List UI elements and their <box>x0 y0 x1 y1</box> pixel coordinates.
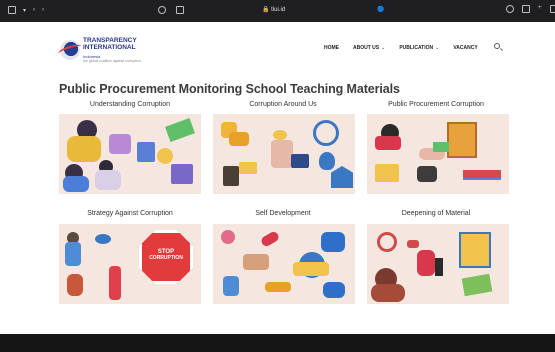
exchange-icon <box>313 120 339 146</box>
browser-toolbar: ▾ ‹ › 🔒 tiui.id 🔵 + <box>0 0 555 22</box>
sidebar-icon[interactable] <box>8 6 16 14</box>
card-self-development[interactable] <box>213 224 355 304</box>
nav-publication-label: PUBLICATION <box>399 45 434 51</box>
calculator-icon <box>137 142 155 162</box>
person-illustration <box>109 266 121 300</box>
building-icon <box>459 232 491 268</box>
download-icon[interactable] <box>506 5 514 13</box>
coin-icon <box>157 148 173 164</box>
person-body-illustration <box>95 170 121 190</box>
forward-icon[interactable]: › <box>42 7 44 13</box>
logo-text[interactable]: TRANSPARENCY INTERNATIONAL <box>83 37 137 51</box>
share-icon[interactable] <box>522 5 530 13</box>
phone-icon <box>171 164 193 184</box>
lamp-icon <box>223 276 239 296</box>
card-label-strategy[interactable]: Strategy Against Corruption <box>60 210 200 217</box>
shield-icon[interactable] <box>158 6 166 14</box>
card-label-around-us[interactable]: Corruption Around Us <box>213 101 353 108</box>
envelope-icon <box>375 164 399 182</box>
card-deepening-of-material[interactable] <box>367 224 509 304</box>
nav-publication[interactable]: PUBLICATION ⌄ <box>399 45 439 51</box>
main-nav: HOME ABOUT US ⌄ PUBLICATION ⌄ VACANCY <box>324 45 478 51</box>
hand-illustration <box>417 250 435 276</box>
magnifier-icon <box>377 232 397 252</box>
nav-about-label: ABOUT US <box>353 45 380 51</box>
browser-center-icons <box>158 6 184 14</box>
food-icon <box>265 282 291 292</box>
person-illustration <box>321 232 345 252</box>
coins-icon <box>229 132 249 146</box>
logo-line-2: INTERNATIONAL <box>83 43 136 51</box>
pill-icon <box>259 230 281 248</box>
water-illustration <box>463 178 501 180</box>
money-bag-icon <box>319 152 335 170</box>
browser-right-controls: + <box>506 5 555 13</box>
bank-icon <box>331 166 353 188</box>
book-icon <box>293 262 329 276</box>
browser-left-controls: ▾ ‹ › <box>8 6 44 14</box>
megaphone-icon <box>95 234 111 244</box>
tools-icon <box>243 254 269 270</box>
brain-icon <box>221 230 235 244</box>
person-body-illustration <box>371 284 405 302</box>
coin-icon <box>273 130 287 140</box>
card-label-self-development[interactable]: Self Development <box>213 210 353 217</box>
card-understanding-corruption[interactable] <box>59 114 201 194</box>
person-illustration <box>435 258 443 276</box>
money-icon <box>165 118 195 142</box>
chevron-down-icon[interactable]: ▾ <box>23 7 26 14</box>
person-illustration <box>323 282 345 298</box>
nav-vacancy[interactable]: VACANCY <box>453 45 477 51</box>
money-icon <box>461 273 493 297</box>
card-label-understanding[interactable]: Understanding Corruption <box>60 101 200 108</box>
card-label-deepening[interactable]: Deepening of Material <box>366 210 506 217</box>
card-label-procurement[interactable]: Public Procurement Corruption <box>366 101 506 108</box>
card-strategy-against-corruption[interactable]: STOP CORRUPTION <box>59 224 201 304</box>
search-icon[interactable] <box>494 43 500 49</box>
pencil-icon <box>407 240 419 248</box>
address-bar[interactable]: 🔒 tiui.id <box>262 6 285 13</box>
reader-icon[interactable] <box>176 6 184 14</box>
new-tab-icon[interactable]: + <box>538 5 542 13</box>
page-title: Public Procurement Monitoring School Tea… <box>59 82 400 96</box>
person-body-illustration <box>65 242 81 266</box>
laptop-illustration <box>109 134 131 154</box>
money-icon <box>433 142 449 152</box>
logo-tagline: the global coalition against corruption <box>83 59 141 63</box>
card-corruption-around-us[interactable] <box>213 114 355 194</box>
tab-indicator[interactable]: 🔵 <box>377 6 384 13</box>
building-icon <box>447 122 477 158</box>
tabs-overview-icon[interactable] <box>549 5 555 13</box>
card-public-procurement-corruption[interactable] <box>367 114 509 194</box>
person-body-illustration <box>63 176 89 192</box>
credit-card-icon <box>375 136 401 150</box>
bridge-icon <box>463 170 501 178</box>
sleeve-illustration <box>291 154 309 168</box>
hand-illustration <box>271 140 293 168</box>
chevron-down-icon: ⌄ <box>435 45 440 51</box>
site-footer <box>0 334 555 352</box>
person-body-illustration <box>67 136 101 162</box>
nav-about[interactable]: ABOUT US ⌄ <box>353 45 385 51</box>
fist-icon <box>67 274 83 296</box>
ticket-icon <box>239 162 257 174</box>
nav-home[interactable]: HOME <box>324 45 339 51</box>
stop-sign-line-2: CORRUPTION <box>149 255 183 261</box>
back-icon[interactable]: ‹ <box>33 7 35 13</box>
hand-illustration <box>417 166 437 182</box>
stop-sign-text: STOP CORRUPTION <box>139 249 193 261</box>
chevron-down-icon: ⌄ <box>381 45 386 51</box>
cart-icon <box>223 166 239 186</box>
